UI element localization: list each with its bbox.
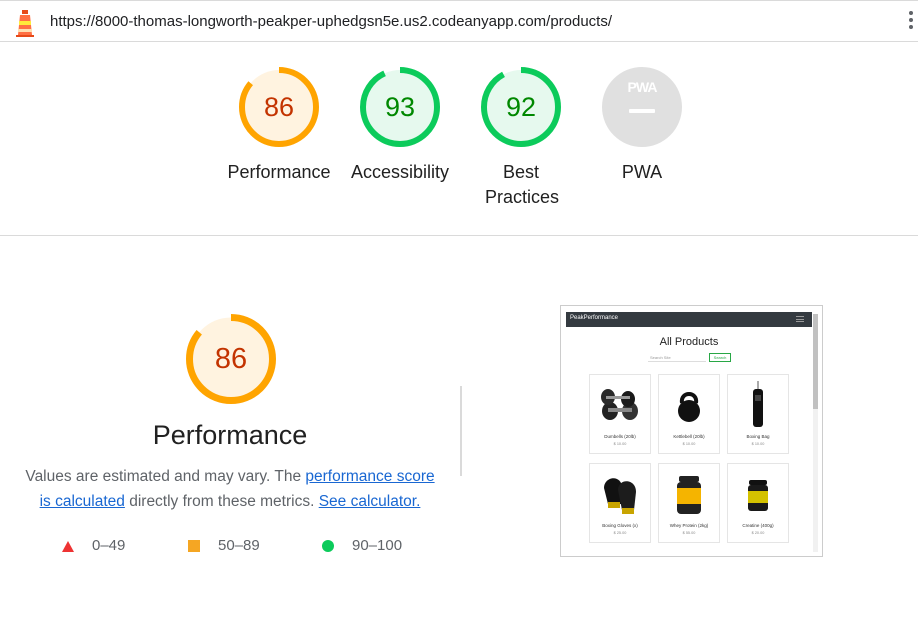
- desc-text: directly from these metrics.: [124, 493, 319, 510]
- performance-description: Values are estimated and may vary. The p…: [20, 464, 440, 514]
- product-card: Boxing Gloves (x) $ 25.00: [589, 463, 651, 543]
- gauge-score: 92: [505, 92, 537, 122]
- product-name: Kettlebell (20lb): [673, 434, 705, 439]
- gauge-ring: 93: [359, 66, 441, 148]
- desc-text: Values are estimated and may vary. The: [25, 468, 306, 485]
- product-name: Boxing Gloves (x): [602, 523, 638, 528]
- gauge-label: Performance: [227, 162, 331, 182]
- product-name: Whey Protein (2kg): [669, 523, 709, 528]
- gauge-label: Accessibility: [350, 162, 450, 182]
- score-gauges: 86 Performance 93 Accessibility 92 Best …: [0, 42, 918, 236]
- punching-bag-image: [753, 381, 763, 427]
- product-price: $ 10.00: [682, 442, 696, 446]
- gauge-best-practices[interactable]: 92 Best Practices: [461, 66, 581, 210]
- screenshot-heading: All Products: [659, 336, 719, 348]
- legend-range: 0–49: [92, 537, 126, 554]
- product-name: Creatine (400g): [742, 523, 774, 528]
- product-price: $ 55.00: [682, 531, 696, 535]
- kettlebell-image: [678, 392, 700, 422]
- product-card: Kettlebell (20lb) $ 10.00: [658, 374, 720, 454]
- product-price: $ 20.00: [751, 531, 765, 535]
- performance-score: 86: [214, 343, 248, 375]
- product-name: Dumbells (20lb): [604, 434, 636, 439]
- gauge-ring: 92: [480, 66, 562, 148]
- divider: [460, 386, 462, 476]
- square-icon: [188, 540, 200, 552]
- screenshot-scrollbar: [813, 314, 818, 552]
- product-card: Whey Protein (2kg) $ 55.00: [658, 463, 720, 543]
- gauge-score: 93: [384, 92, 416, 122]
- product-card: Creatine (400g) $ 20.00: [727, 463, 789, 543]
- screenshot-navbar: PeakPerformance: [566, 312, 812, 327]
- lighthouse-icon: [16, 10, 34, 37]
- see-calculator-link[interactable]: See calculator.: [319, 493, 421, 510]
- performance-title: Performance: [152, 420, 308, 450]
- pwa-badge: PWA: [601, 66, 683, 148]
- product-name: Boxing Bag: [746, 434, 770, 439]
- pwa-badge-text: PWA: [627, 79, 658, 95]
- hamburger-icon: [796, 316, 804, 322]
- gauge-accessibility[interactable]: 93 Accessibility: [340, 66, 460, 185]
- gauge-score: 86: [263, 92, 295, 122]
- gauge-performance[interactable]: 86 Performance: [219, 66, 339, 185]
- performance-gauge: 86: [185, 313, 277, 405]
- screenshot-brand: PeakPerformance: [570, 315, 619, 321]
- circle-icon: [322, 540, 334, 552]
- screenshot-search-button: Search: [709, 353, 731, 362]
- legend-range: 90–100: [352, 537, 403, 554]
- kebab-menu-icon[interactable]: [906, 11, 916, 33]
- gauge-label: Best Practices: [485, 162, 560, 207]
- creatine-tub-image: [748, 480, 768, 511]
- dumbbells-image: [601, 389, 638, 420]
- product-price: $ 10.00: [751, 442, 765, 446]
- address-bar: https://8000-thomas-longworth-peakper-up…: [0, 0, 918, 42]
- product-price: $ 25.00: [613, 531, 627, 535]
- product-price: $ 10.00: [613, 442, 627, 446]
- boxing-gloves-image: [604, 478, 636, 514]
- product-card: Boxing Bag $ 10.00: [727, 374, 789, 454]
- url-text[interactable]: https://8000-thomas-longworth-peakper-up…: [50, 13, 612, 30]
- page-screenshot[interactable]: PeakPerformance All Products Search Site…: [560, 305, 823, 557]
- screenshot-search-input: Search Site: [648, 353, 706, 362]
- legend-range: 50–89: [218, 537, 260, 554]
- protein-tub-image: [677, 476, 701, 514]
- triangle-icon: [62, 541, 74, 552]
- product-card: Dumbells (20lb) $ 10.00: [589, 374, 651, 454]
- gauge-pwa[interactable]: PWA PWA: [582, 66, 702, 185]
- gauge-ring: 86: [238, 66, 320, 148]
- gauge-label: PWA: [621, 162, 663, 182]
